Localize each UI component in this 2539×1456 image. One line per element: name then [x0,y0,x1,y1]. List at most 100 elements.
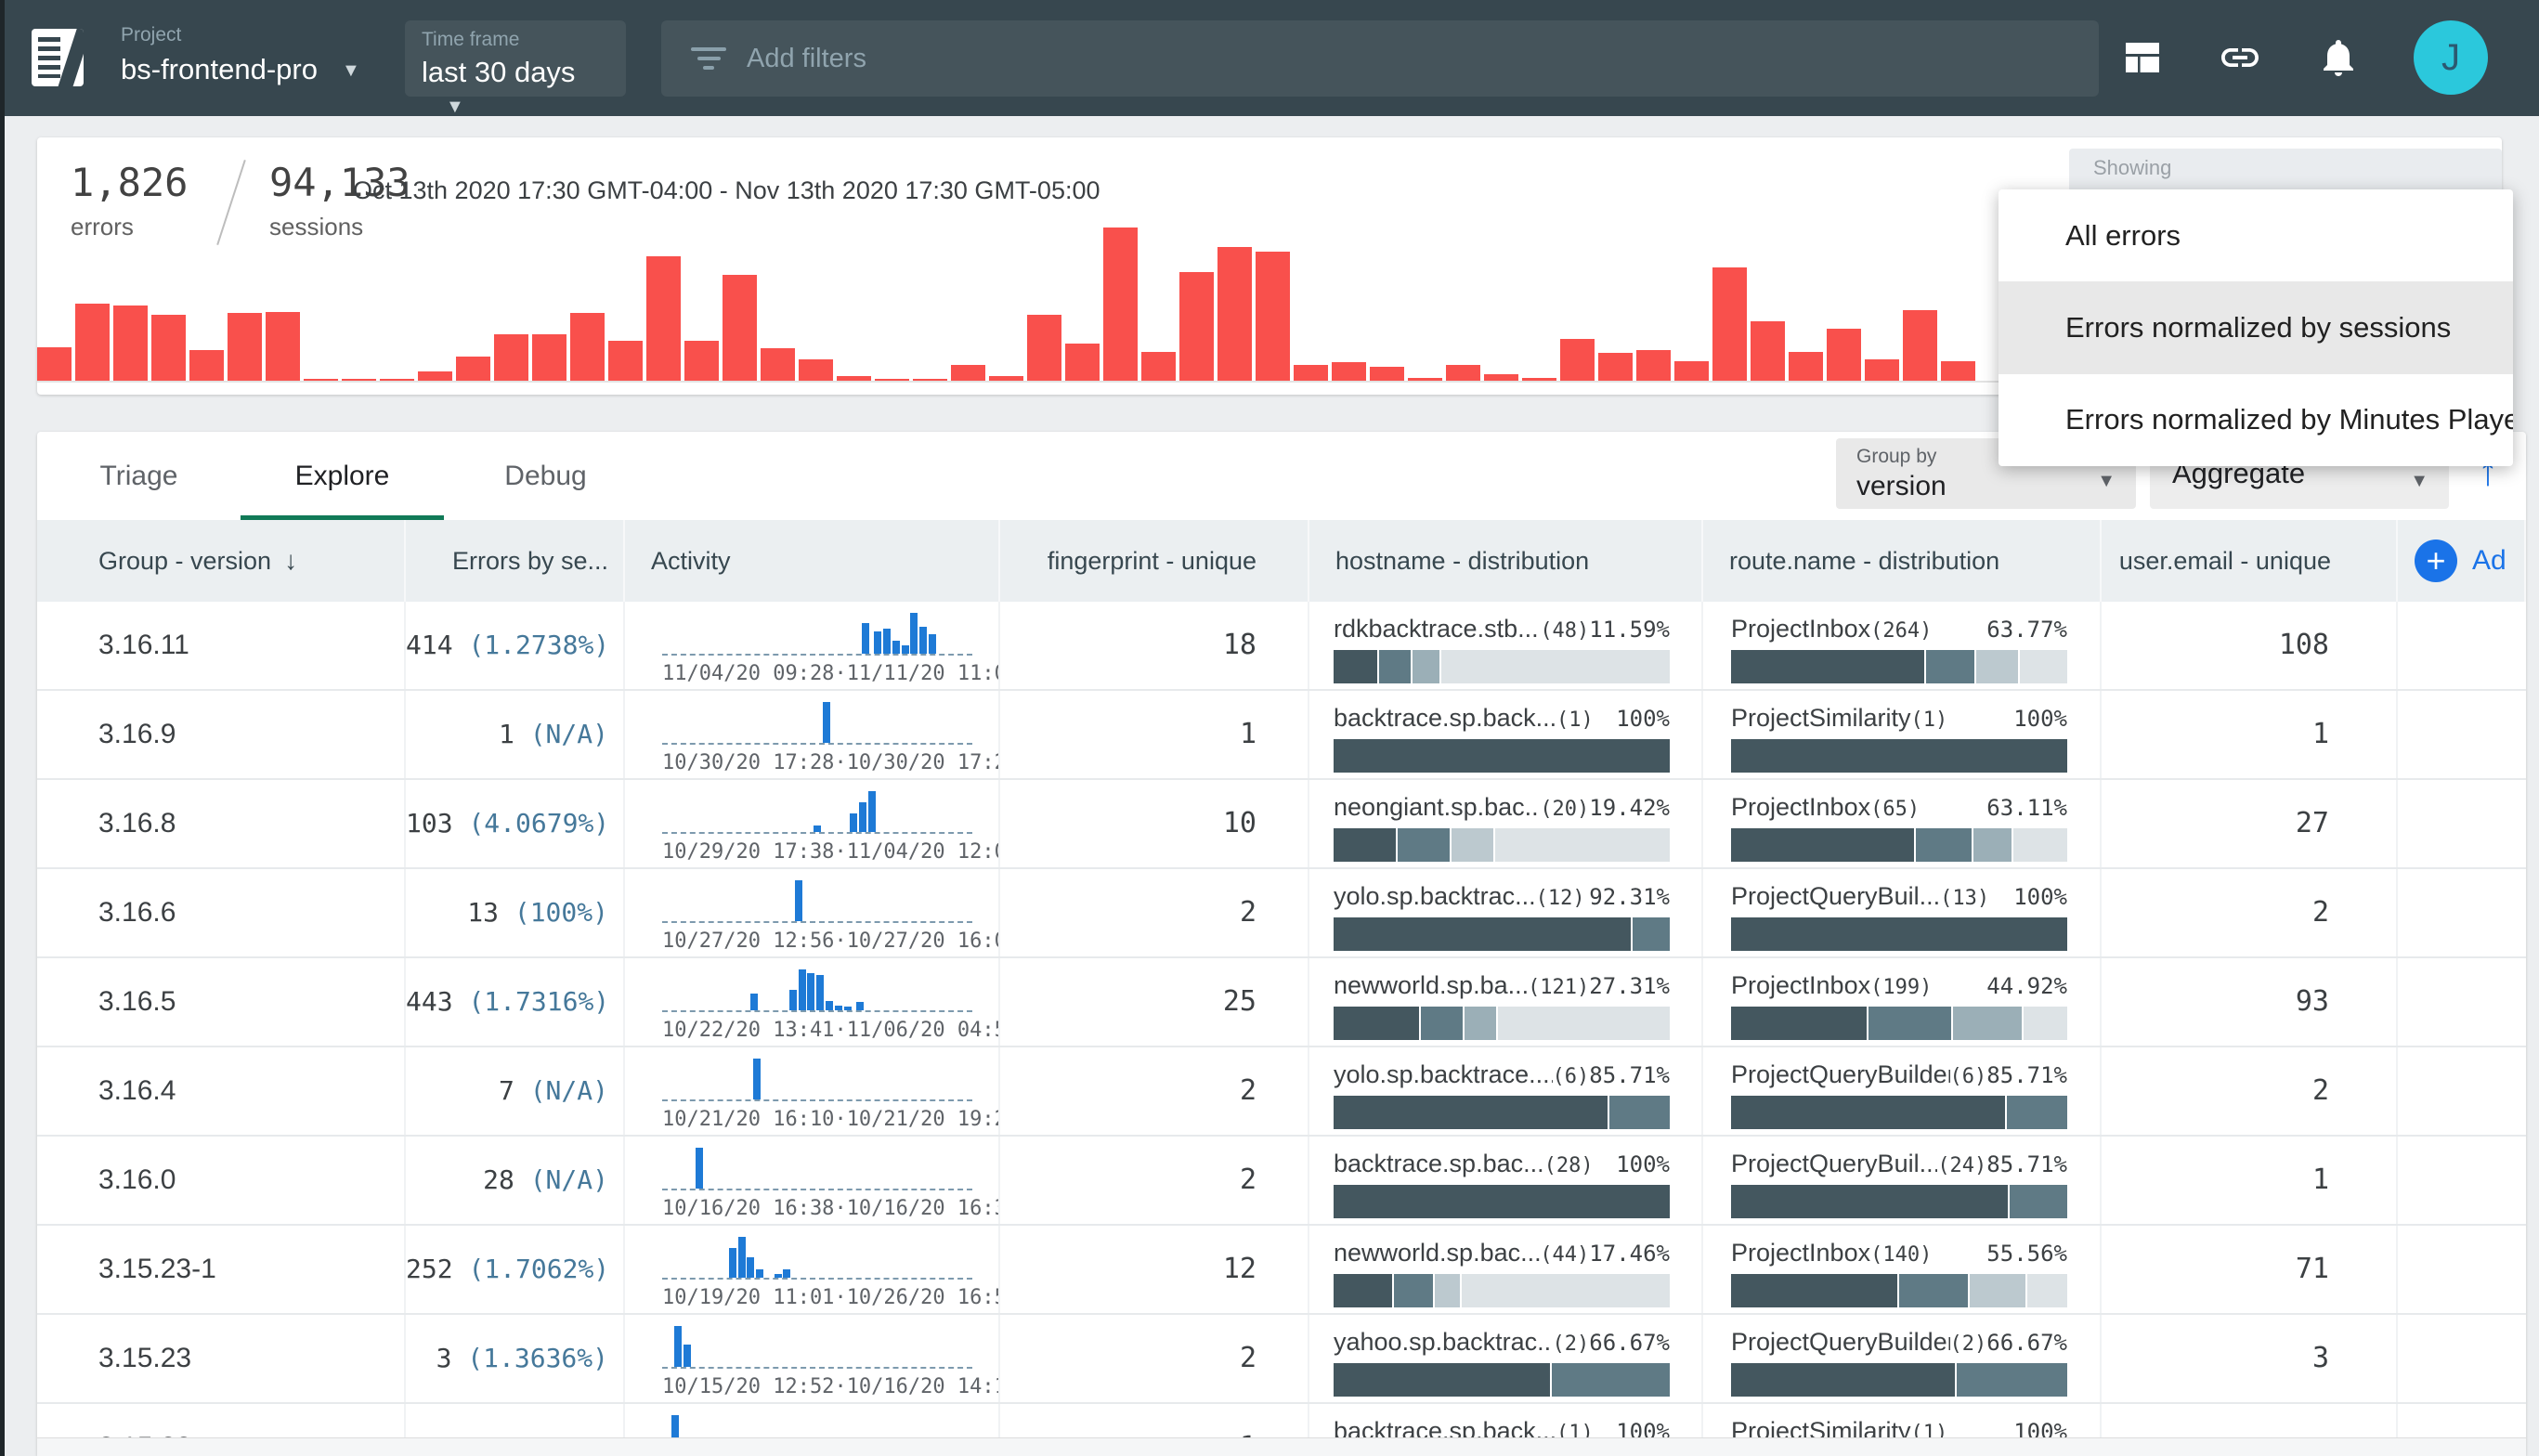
activity-date-separator: · [834,751,846,774]
histogram-bar [723,275,757,381]
top-bar: Project bs-frontend-pro▼ Time frame last… [0,0,2539,116]
dashboard-layout-icon[interactable] [2120,35,2165,80]
cell-add-column-spacer [2398,602,2526,689]
avatar[interactable]: J [2414,20,2488,95]
histogram-bar [342,379,376,381]
cell-fingerprint-unique: 2 [1000,1047,1309,1135]
activity-sparkline: 10/16/20 16:38·10/16/20 16:38 [662,1148,972,1220]
table-row[interactable]: 3.16.8103 (4.0679%)10/29/20 17:38·11/04/… [37,780,2526,869]
cell-hostname-distribution: yolo.sp.backtrac...(12)92.31% [1309,869,1703,956]
backtrace-logo[interactable] [32,29,84,86]
hostname-distribution-text: newworld.sp.ba...(121)27.31% [1334,971,1670,1000]
route-distribution-label: ProjectQueryBuil... [1731,1150,1937,1178]
table-row[interactable]: 3.15.233 (1.3636%)10/15/20 12:52·10/16/2… [37,1315,2526,1404]
distribution-segment [1334,828,1398,862]
column-header-errors[interactable]: Errors by se... [406,520,625,602]
add-filters-input[interactable]: Add filters [661,20,2099,97]
cell-activity: 10/21/20 16:10·10/21/20 19:21 [625,1047,1000,1135]
table-row[interactable]: 3.16.613 (100%)10/27/20 12:56·10/27/20 1… [37,869,2526,958]
route-distribution-text: ProjectInbox(65)63.11% [1731,793,2067,822]
horizontal-scrollbar[interactable] [37,1437,2526,1456]
table-row[interactable]: 3.16.47 (N/A)10/21/20 16:10·10/21/20 19:… [37,1047,2526,1137]
route-distribution-bar [1731,917,2067,951]
bell-icon[interactable] [2316,35,2361,80]
date-range-text: Oct 13th 2020 17:30 GMT-04:00 - Nov 13th… [353,176,1100,205]
link-icon[interactable] [2218,35,2262,80]
activity-end-date: 10/16/20 16:38 [847,1197,1000,1220]
plus-icon: + [2415,540,2457,582]
add-filters-placeholder: Add filters [747,44,866,74]
histogram-bar [1674,361,1709,381]
hostname-distribution-bar [1334,1274,1670,1307]
histogram-bar [570,313,605,381]
column-header-label: Group - version [98,547,271,576]
add-column-button[interactable]: +Ad [2398,540,2506,582]
sort-descending-icon[interactable]: ↓ [284,546,297,576]
histogram-bar [75,304,110,381]
hostname-distribution-text: rdkbacktrace.stb....(48)11.59% [1334,615,1670,644]
table-row[interactable]: 3.16.11414 (1.2738%)11/04/20 09:28·11/11… [37,602,2526,691]
hostname-distribution-count: (44) [1540,1243,1589,1267]
distribution-segment [1976,650,2020,683]
column-header-activity[interactable]: Activity [625,520,1000,602]
distribution-segment [1731,739,2067,773]
activity-sparkline: 10/29/20 17:38·11/04/20 12:07 [662,791,972,864]
tab-debug[interactable]: Debug [444,432,647,520]
showing-menu-item[interactable]: All errors [1999,189,2513,281]
column-header-host[interactable]: hostname - distribution [1309,520,1703,602]
hostname-distribution-bar [1334,1096,1670,1129]
activity-sparkline: 10/30/20 17:28·10/30/20 17:28 [662,702,972,774]
column-header-add[interactable]: +Ad [2398,520,2526,602]
tab-triage[interactable]: Triage [37,432,241,520]
route-distribution-bar [1731,1007,2067,1040]
distribution-segment [1413,650,1441,683]
sparkline-bar [684,1345,691,1367]
showing-menu-item[interactable]: Errors normalized by Minutes Played [1999,374,2513,466]
activity-sparkline: 10/19/20 11:01·10/26/20 16:52 [662,1237,972,1309]
showing-menu-item[interactable]: Errors normalized by sessions [1999,281,2513,373]
sparkline-bar [814,826,821,832]
histogram-bar [1027,315,1061,381]
histogram-bar [1827,329,1861,381]
showing-dropdown-menu: All errorsErrors normalized by sessionsE… [1999,189,2513,466]
hostname-distribution: newworld.sp.ba...(121)27.31% [1334,971,1670,1040]
table-row[interactable]: 3.16.028 (N/A)10/16/20 16:38·10/16/20 16… [37,1137,2526,1226]
cell-errors-by-sessions: 103 (4.0679%) [406,780,625,867]
column-header-route[interactable]: route.name - distribution [1703,520,2102,602]
activity-sparkline: 10/21/20 16:10·10/21/20 19:21 [662,1059,972,1131]
activity-start-date: 10/30/20 17:28 [662,751,834,774]
group-by-value: version [1856,471,2136,502]
errors-percent: (1.7062%) [468,1254,609,1284]
table-row[interactable]: 3.16.5443 (1.7316%)10/22/20 13:41·11/06/… [37,958,2526,1047]
activity-end-date: 11/06/20 04:55 [847,1019,1000,1042]
column-header-group[interactable]: Group - version ↓ [37,520,406,602]
route-distribution-percent: 63.77% [1986,617,2067,643]
cell-fingerprint-unique: 2 [1000,1315,1309,1402]
distribution-segment [1973,828,2013,862]
hostname-distribution-text: backtrace.sp.back...(1)100% [1334,704,1670,733]
project-selector[interactable]: Project bs-frontend-pro▼ [121,24,360,86]
table-row[interactable]: 3.15.23-1252 (1.7062%)10/19/20 11:01·10/… [37,1226,2526,1315]
cell-user-email-unique: 93 [2102,958,2398,1046]
route-distribution-count: (6) [1950,1065,1987,1088]
sparkline-bar [856,1002,864,1010]
column-header-user[interactable]: user.email - unique [2102,520,2398,602]
histogram-bar [1636,350,1671,381]
cell-errors-by-sessions: 252 (1.7062%) [406,1226,625,1313]
histogram-bar [418,371,452,381]
route-distribution-bar [1731,828,2067,862]
sparkline-chart [662,969,972,1012]
column-header-fp[interactable]: fingerprint - unique [1000,520,1309,602]
timeframe-selector[interactable]: Time frame last 30 days▼ [405,20,626,97]
hostname-distribution-percent: 27.31% [1589,973,1670,999]
cell-route-distribution: ProjectQueryBuilder(2)66.67% [1703,1315,2102,1402]
cell-route-distribution: ProjectQueryBuil...(13)100% [1703,869,2102,956]
hostname-distribution: newworld.sp.bac...(44)17.46% [1334,1239,1670,1307]
cell-group-version: 3.16.9 [37,691,406,778]
hostname-distribution-text: yahoo.sp.backtrac...(2)66.67% [1334,1328,1670,1357]
distribution-segment [1334,650,1379,683]
activity-end-date: 11/04/20 12:07 [847,840,1000,864]
activity-dates: 10/16/20 16:38·10/16/20 16:38 [662,1197,972,1220]
table-row[interactable]: 3.16.91 (N/A)10/30/20 17:28·10/30/20 17:… [37,691,2526,780]
tab-explore[interactable]: Explore [241,432,444,520]
